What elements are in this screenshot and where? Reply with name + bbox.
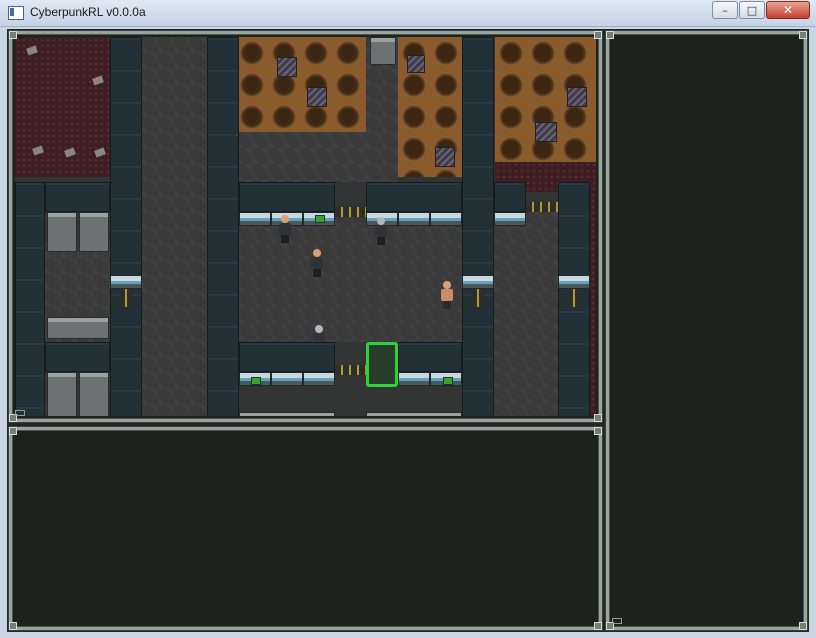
character-legs — [313, 269, 321, 277]
panel-resize-icon — [612, 618, 622, 624]
scrap-metal — [435, 147, 455, 167]
player-character[interactable] — [439, 281, 455, 309]
panel-corner — [594, 414, 602, 422]
character-body — [311, 257, 323, 269]
corpse[interactable] — [311, 325, 327, 341]
enemy-armed-thug[interactable] — [277, 215, 293, 243]
door[interactable] — [335, 365, 366, 375]
console-terminal — [303, 372, 335, 386]
enemy-gangster[interactable] — [309, 249, 325, 277]
character-head — [443, 281, 451, 289]
message-log-panel[interactable] — [9, 427, 602, 630]
floor-area — [494, 212, 558, 416]
server-locker — [47, 317, 109, 339]
console-terminal — [110, 275, 142, 289]
scrap-metal — [277, 57, 297, 77]
console-terminal — [398, 212, 430, 226]
minimize-button[interactable]: – — [712, 1, 738, 19]
console-terminal — [494, 212, 526, 226]
wall — [15, 182, 45, 416]
console-terminal — [398, 372, 430, 386]
map-panel[interactable] — [9, 31, 602, 422]
window-title: CyberpunkRL v0.0.0a — [30, 5, 146, 19]
door[interactable] — [471, 289, 485, 307]
door[interactable] — [567, 289, 581, 307]
door[interactable] — [335, 207, 366, 217]
panel-corner — [799, 31, 807, 39]
console-terminal — [430, 212, 462, 226]
wall — [462, 37, 494, 416]
scrap-metal — [307, 87, 327, 107]
app-window-icon — [8, 6, 24, 20]
game-client-area — [7, 29, 809, 632]
close-button[interactable]: ✕ — [766, 1, 810, 19]
maximize-button[interactable]: □ — [739, 1, 765, 19]
console-terminal — [558, 275, 590, 289]
character-sidebar-panel[interactable] — [606, 31, 807, 630]
wall — [239, 342, 335, 372]
rock-terrain — [590, 192, 596, 416]
wall — [45, 342, 110, 372]
character-body — [313, 333, 325, 341]
character-head — [315, 325, 323, 333]
character-legs — [443, 301, 451, 309]
tile-selection-cursor[interactable] — [366, 342, 398, 387]
panel-resize-icon — [15, 410, 25, 416]
floor-area — [239, 212, 462, 342]
panel-corner — [594, 427, 602, 435]
wall — [45, 182, 110, 212]
panel-corner — [9, 427, 17, 435]
server-locker — [239, 412, 335, 416]
server-locker — [47, 372, 77, 416]
panel-corner — [594, 31, 602, 39]
panel-corner — [9, 31, 17, 39]
door[interactable] — [526, 202, 558, 212]
character-head — [313, 249, 321, 257]
server-locker — [47, 212, 77, 252]
dirt-terrain — [236, 37, 366, 132]
console-terminal — [239, 212, 271, 226]
wall — [398, 342, 462, 372]
character-body — [279, 223, 291, 235]
door[interactable] — [119, 289, 133, 307]
wall — [366, 182, 462, 212]
character-legs — [377, 237, 385, 245]
green-terminal-light — [315, 215, 325, 223]
enemy-armed-thug[interactable] — [373, 217, 389, 245]
green-terminal-light — [251, 377, 261, 385]
scrap-metal — [567, 87, 587, 107]
console-terminal — [271, 372, 303, 386]
wall — [494, 182, 526, 212]
server-locker — [79, 372, 109, 416]
panel-corner — [606, 31, 614, 39]
console-terminal — [462, 275, 494, 289]
character-head — [281, 215, 289, 223]
wall — [207, 37, 239, 416]
panel-corner — [9, 622, 17, 630]
scrap-metal — [407, 55, 425, 73]
machine-block — [370, 37, 396, 65]
floor-area — [236, 132, 366, 182]
green-terminal-light — [443, 377, 453, 385]
window-titlebar[interactable]: CyberpunkRL v0.0.0a – □ ✕ — [0, 0, 816, 27]
window-controls: – □ ✕ — [711, 1, 810, 19]
character-legs — [281, 235, 289, 243]
server-locker — [366, 412, 462, 416]
panel-corner — [594, 622, 602, 630]
character-body — [441, 289, 453, 301]
wall — [110, 37, 142, 416]
server-locker — [79, 212, 109, 252]
wall — [239, 182, 335, 212]
character-head — [377, 217, 385, 225]
character-body — [375, 225, 387, 237]
map-view[interactable] — [15, 37, 596, 416]
panel-corner — [799, 622, 807, 630]
scrap-metal — [535, 122, 557, 142]
